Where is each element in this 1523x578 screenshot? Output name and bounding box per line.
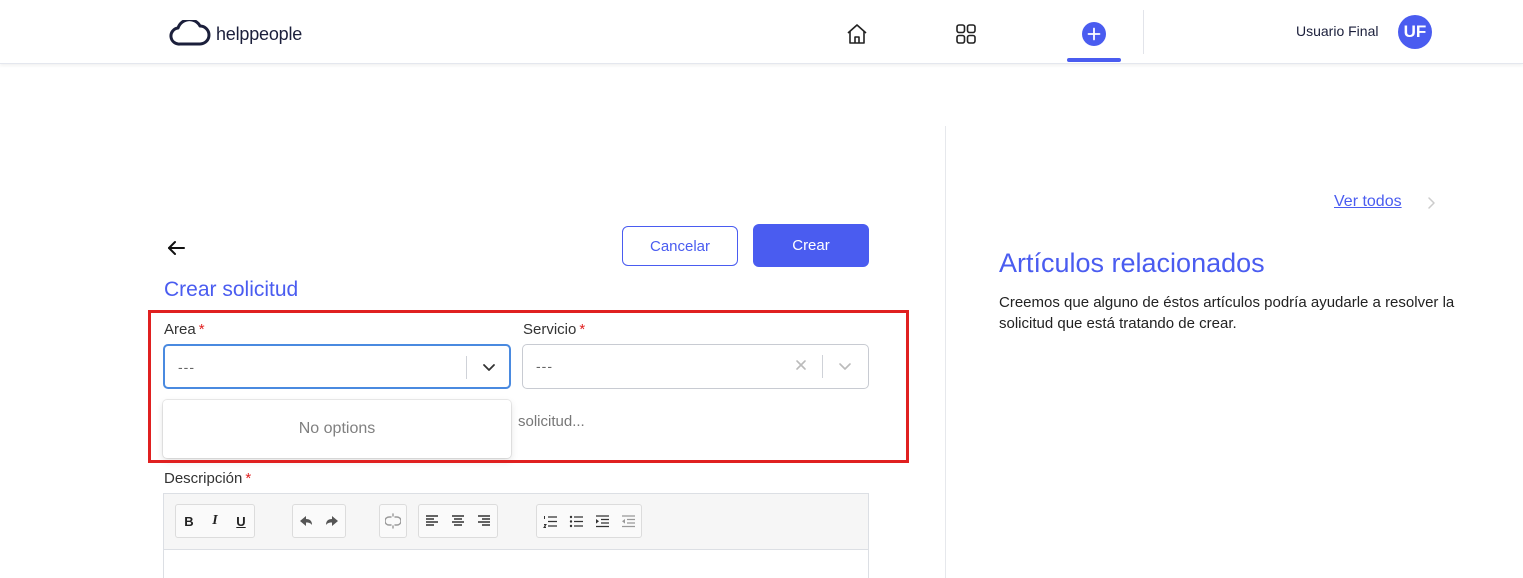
chevron-right-icon[interactable] bbox=[1425, 195, 1437, 211]
back-arrow-icon[interactable] bbox=[164, 236, 188, 260]
avatar[interactable]: UF bbox=[1398, 15, 1432, 49]
format-group: B I U bbox=[175, 504, 255, 538]
editor-toolbar: B I U bbox=[164, 494, 868, 550]
align-group bbox=[418, 504, 498, 538]
cloud-logo-icon bbox=[169, 20, 211, 46]
description-editor[interactable]: B I U bbox=[163, 493, 869, 578]
logo[interactable]: helppeople bbox=[168, 20, 302, 48]
history-group bbox=[292, 504, 346, 538]
align-right-icon[interactable] bbox=[471, 505, 497, 537]
description-label: Descripción * bbox=[164, 470, 251, 487]
bullet-list-icon[interactable] bbox=[563, 505, 589, 537]
undo-icon[interactable] bbox=[293, 505, 319, 537]
bold-button[interactable]: B bbox=[176, 505, 202, 537]
italic-button[interactable]: I bbox=[202, 505, 228, 537]
required-mark: * bbox=[245, 470, 252, 487]
logo-text: helppeople bbox=[216, 23, 303, 44]
user-name[interactable]: Usuario Final bbox=[1296, 23, 1378, 39]
underline-button[interactable]: U bbox=[228, 505, 254, 537]
related-articles-title: Artículos relacionados bbox=[999, 248, 1265, 278]
nav-divider bbox=[1143, 10, 1144, 54]
unlink-group bbox=[379, 504, 407, 538]
align-center-icon[interactable] bbox=[445, 505, 471, 537]
cancel-button[interactable]: Cancelar bbox=[622, 226, 738, 266]
indent-icon[interactable] bbox=[589, 505, 615, 537]
related-articles-description: Creemos que alguno de éstos artículos po… bbox=[999, 294, 1455, 332]
top-navbar: helppeople Usuario Final UF bbox=[0, 0, 1523, 64]
see-all-link[interactable]: Ver todos bbox=[1334, 193, 1402, 211]
description-label-text: Descripción bbox=[164, 470, 243, 487]
active-tab-indicator bbox=[1067, 58, 1121, 62]
align-left-icon[interactable] bbox=[419, 505, 445, 537]
outdent-icon[interactable] bbox=[615, 505, 641, 537]
apps-grid-icon[interactable] bbox=[953, 21, 979, 47]
home-icon[interactable] bbox=[844, 21, 870, 47]
unlink-icon[interactable] bbox=[380, 505, 406, 537]
highlight-box bbox=[148, 310, 909, 463]
redo-icon[interactable] bbox=[319, 505, 345, 537]
ordered-list-icon[interactable] bbox=[537, 505, 563, 537]
page-title: Crear solicitud bbox=[164, 278, 299, 301]
add-request-icon[interactable] bbox=[1080, 20, 1108, 48]
panel-divider bbox=[945, 126, 946, 578]
list-group bbox=[536, 504, 642, 538]
create-button[interactable]: Crear bbox=[753, 224, 869, 267]
